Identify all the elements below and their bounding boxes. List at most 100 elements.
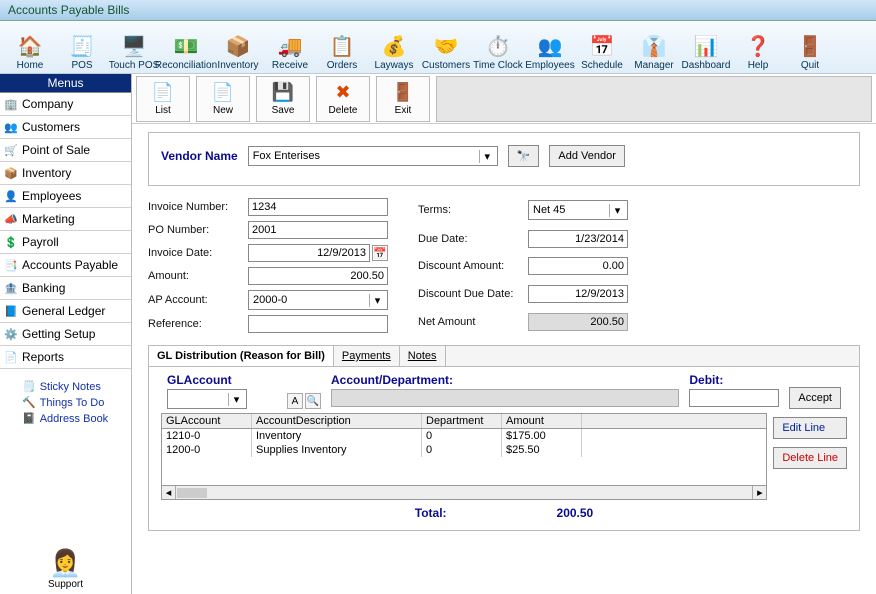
invoice-number-input[interactable] bbox=[248, 198, 388, 216]
subtoolbar-list-button[interactable]: 📄List bbox=[136, 76, 190, 122]
toolbar-touch-pos[interactable]: 🖥️Touch POS bbox=[108, 23, 160, 71]
ap-account-label: AP Account: bbox=[148, 294, 248, 306]
toolbar-time-clock[interactable]: ⏱️Time Clock bbox=[472, 23, 524, 71]
toolbar-help[interactable]: ❓Help bbox=[732, 23, 784, 71]
chevron-down-icon[interactable]: ▾ bbox=[479, 150, 495, 163]
toolbar-label: Reconciliation bbox=[155, 60, 217, 71]
sidebar-item-inventory[interactable]: 📦Inventory bbox=[0, 162, 131, 185]
sidebar-item-marketing[interactable]: 📣Marketing bbox=[0, 208, 131, 231]
chevron-down-icon[interactable]: ▾ bbox=[369, 294, 385, 307]
sidebar-item-accounts-payable[interactable]: 📑Accounts Payable bbox=[0, 254, 131, 277]
schedule-icon: 📅 bbox=[588, 32, 616, 60]
tab-gl-distribution[interactable]: GL Distribution (Reason for Bill) bbox=[149, 346, 334, 366]
sidebar-item-payroll[interactable]: 💲Payroll bbox=[0, 231, 131, 254]
cell-amount: $25.50 bbox=[502, 443, 582, 457]
debit-input[interactable] bbox=[689, 389, 779, 407]
help-icon: ❓ bbox=[744, 32, 772, 60]
toolbar-dashboard[interactable]: 📊Dashboard bbox=[680, 23, 732, 71]
sidebar-support-section: 👩‍💼 Support bbox=[0, 544, 131, 594]
scroll-left-icon[interactable]: ◂ bbox=[162, 486, 176, 499]
toolbar-home[interactable]: 🏠Home bbox=[4, 23, 56, 71]
toolbar-label: Time Clock bbox=[473, 60, 523, 71]
calendar-icon[interactable]: 📅 bbox=[372, 245, 388, 261]
accounts-payable-icon: 📑 bbox=[4, 258, 18, 272]
toolbar-employees[interactable]: 👥Employees bbox=[524, 23, 576, 71]
toolbar-label: Home bbox=[17, 60, 44, 71]
toolbar-label: Help bbox=[748, 60, 769, 71]
table-row[interactable]: 1210-0Inventory0$175.00 bbox=[162, 429, 766, 443]
vendor-name-combo[interactable]: Fox Enterises ▾ bbox=[248, 146, 498, 166]
discount-amount-input[interactable] bbox=[528, 257, 628, 275]
accept-button[interactable]: Accept bbox=[789, 387, 841, 409]
toolbar-label: Orders bbox=[327, 60, 358, 71]
support-label[interactable]: Support bbox=[48, 579, 83, 590]
search-icon[interactable]: 🔍 bbox=[305, 393, 321, 409]
scroll-thumb[interactable] bbox=[177, 488, 207, 498]
ap-account-combo[interactable]: 2000-0 ▾ bbox=[248, 290, 388, 310]
subtoolbar-exit-button[interactable]: 🚪Exit bbox=[376, 76, 430, 122]
sidebar-item-label: Getting Setup bbox=[22, 327, 95, 341]
sidebar: Menus 🏢Company👥Customers🛒Point of Sale📦I… bbox=[0, 74, 132, 594]
reference-label: Reference: bbox=[148, 318, 248, 330]
grid-scrollbar[interactable]: ◂ ▸ bbox=[162, 485, 766, 499]
total-value: 200.50 bbox=[557, 506, 594, 520]
scroll-right-icon[interactable]: ▸ bbox=[752, 486, 766, 499]
toolbar-receive[interactable]: 🚚Receive bbox=[264, 23, 316, 71]
toolbar-pos[interactable]: 🧾POS bbox=[56, 23, 108, 71]
toolbar-layways[interactable]: 💰Layways bbox=[368, 23, 420, 71]
touch-pos-icon: 🖥️ bbox=[120, 32, 148, 60]
chevron-down-icon[interactable]: ▾ bbox=[609, 204, 625, 217]
tab-payments[interactable]: Payments bbox=[334, 346, 400, 366]
sidebar-item-customers[interactable]: 👥Customers bbox=[0, 116, 131, 139]
sidebar-item-banking[interactable]: 🏦Banking bbox=[0, 277, 131, 300]
sidebar-item-employees[interactable]: 👤Employees bbox=[0, 185, 131, 208]
terms-combo[interactable]: Net 45 ▾ bbox=[528, 200, 628, 220]
tab-notes[interactable]: Notes bbox=[400, 346, 446, 366]
toolbar-manager[interactable]: 👔Manager bbox=[628, 23, 680, 71]
subtoolbar-label: New bbox=[213, 105, 233, 116]
font-icon[interactable]: A bbox=[287, 393, 303, 409]
sidebar-sub-sticky-notes[interactable]: 🗒️Sticky Notes bbox=[4, 380, 127, 393]
toolbar-reconciliation[interactable]: 💵Reconciliation bbox=[160, 23, 212, 71]
things-to-do-icon: 🔨 bbox=[22, 396, 36, 409]
due-date-input[interactable] bbox=[528, 230, 628, 248]
toolbar-label: Customers bbox=[422, 60, 470, 71]
subtoolbar-new-button[interactable]: 📄New bbox=[196, 76, 250, 122]
sidebar-item-point-of-sale[interactable]: 🛒Point of Sale bbox=[0, 139, 131, 162]
toolbar-customers[interactable]: 🤝Customers bbox=[420, 23, 472, 71]
support-icon[interactable]: 👩‍💼 bbox=[49, 548, 81, 579]
toolbar-schedule[interactable]: 📅Schedule bbox=[576, 23, 628, 71]
col-amount: Amount bbox=[502, 414, 582, 428]
toolbar-inventory[interactable]: 📦Inventory bbox=[212, 23, 264, 71]
glaccount-combo[interactable]: ▾ bbox=[167, 389, 247, 409]
cell-description: Inventory bbox=[252, 429, 422, 443]
sidebar-sub-address-book[interactable]: 📓Address Book bbox=[4, 412, 127, 425]
sidebar-item-reports[interactable]: 📄Reports bbox=[0, 346, 131, 369]
amount-input[interactable] bbox=[248, 267, 388, 285]
add-vendor-button[interactable]: Add Vendor bbox=[549, 145, 625, 167]
toolbar-quit[interactable]: 🚪Quit bbox=[784, 23, 836, 71]
reference-input[interactable] bbox=[248, 315, 388, 333]
sub-toolbar: 📄List📄New💾Save✖Delete🚪Exit bbox=[132, 74, 876, 124]
vendor-name-label: Vendor Name bbox=[161, 149, 238, 163]
invoice-date-input[interactable] bbox=[248, 244, 370, 262]
invoice-number-label: Invoice Number: bbox=[148, 201, 248, 213]
general-ledger-icon: 📘 bbox=[4, 304, 18, 318]
cell-description: Supplies Inventory bbox=[252, 443, 422, 457]
table-row[interactable]: 1200-0Supplies Inventory0$25.50 bbox=[162, 443, 766, 457]
vendor-search-button[interactable]: 🔭 bbox=[508, 145, 540, 167]
chevron-down-icon[interactable]: ▾ bbox=[228, 393, 244, 406]
sidebar-item-company[interactable]: 🏢Company bbox=[0, 93, 131, 116]
sidebar-sub-things-to-do[interactable]: 🔨Things To Do bbox=[4, 396, 127, 409]
sidebar-item-getting-setup[interactable]: ⚙️Getting Setup bbox=[0, 323, 131, 346]
customers-icon: 👥 bbox=[4, 120, 18, 134]
sidebar-item-general-ledger[interactable]: 📘General Ledger bbox=[0, 300, 131, 323]
toolbar-orders[interactable]: 📋Orders bbox=[316, 23, 368, 71]
po-number-input[interactable] bbox=[248, 221, 388, 239]
subtoolbar-save-button[interactable]: 💾Save bbox=[256, 76, 310, 122]
delete-line-button[interactable]: Delete Line bbox=[773, 447, 847, 469]
discount-due-date-input[interactable] bbox=[528, 285, 628, 303]
edit-line-button[interactable]: Edit Line bbox=[773, 417, 847, 439]
subtoolbar-delete-button[interactable]: ✖Delete bbox=[316, 76, 370, 122]
company-icon: 🏢 bbox=[4, 97, 18, 111]
